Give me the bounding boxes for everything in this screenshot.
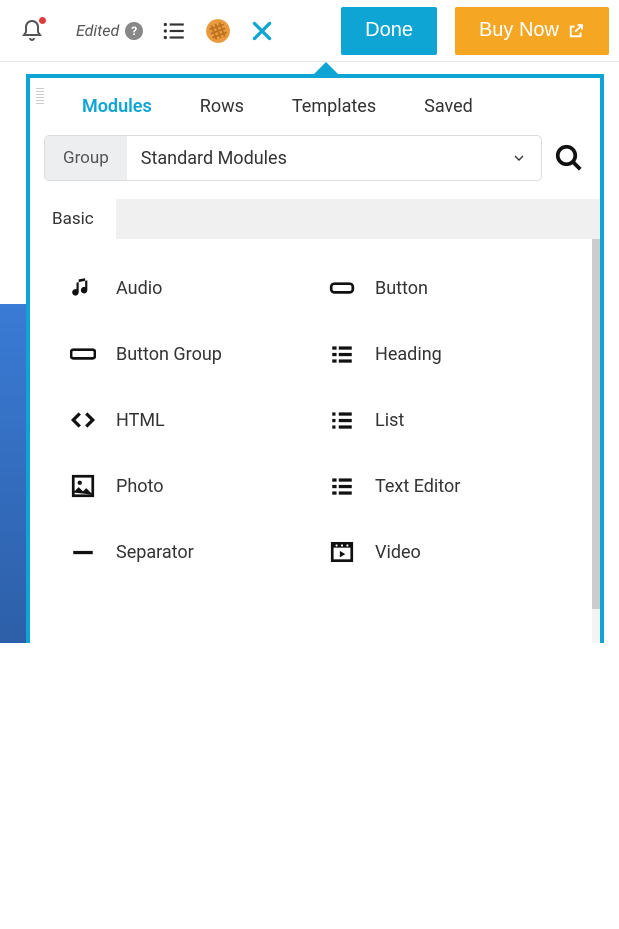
- text-editor-icon: [329, 473, 355, 499]
- filter-box: Group Standard Modules: [44, 135, 542, 181]
- panel-tabs: Modules Rows Templates Saved: [30, 78, 600, 135]
- module-label: HTML: [116, 410, 165, 431]
- module-item-html[interactable]: HTML: [70, 407, 321, 433]
- module-type-dropdown[interactable]: Standard Modules: [127, 148, 541, 169]
- audio-icon: [70, 275, 96, 301]
- button-icon: [329, 275, 355, 301]
- search-button[interactable]: [554, 143, 584, 173]
- edited-status: Edited ?: [76, 21, 143, 40]
- video-icon: [329, 539, 355, 565]
- close-panel-button[interactable]: [249, 18, 275, 44]
- help-icon[interactable]: ?: [125, 22, 143, 40]
- separator-icon: [70, 539, 96, 565]
- notification-dot: [39, 17, 46, 24]
- module-item-photo[interactable]: Photo: [70, 473, 321, 499]
- group-toggle[interactable]: Group: [45, 136, 127, 180]
- external-link-icon: [567, 22, 585, 40]
- module-label: Photo: [116, 476, 164, 497]
- outline-icon: [161, 18, 187, 44]
- scrollbar-thumb[interactable]: [592, 239, 600, 609]
- buy-now-button[interactable]: Buy Now: [455, 7, 609, 55]
- waffle-button[interactable]: [202, 14, 235, 47]
- module-item-audio[interactable]: Audio: [70, 275, 321, 301]
- outline-button[interactable]: [161, 18, 187, 44]
- module-label: Button Group: [116, 344, 222, 365]
- tab-modules[interactable]: Modules: [82, 96, 152, 117]
- panel-arrow: [314, 62, 338, 74]
- close-icon: [249, 17, 275, 45]
- module-label: Text Editor: [375, 476, 460, 497]
- drag-handle[interactable]: [36, 88, 44, 104]
- section-tab-basic[interactable]: Basic: [30, 199, 116, 239]
- module-item-button-group[interactable]: Button Group: [70, 341, 321, 367]
- chevron-down-icon: [511, 150, 527, 166]
- filter-row: Group Standard Modules: [30, 135, 600, 199]
- module-label: Heading: [375, 344, 442, 365]
- module-item-button[interactable]: Button: [329, 275, 580, 301]
- photo-icon: [70, 473, 96, 499]
- module-list: Audio Button Button Group Heading HTML List Ph…: [30, 239, 600, 643]
- section-tabs: Basic: [30, 199, 600, 239]
- module-label: Video: [375, 542, 421, 563]
- module-item-list[interactable]: List: [329, 407, 580, 433]
- edited-label: Edited: [76, 21, 119, 40]
- module-item-separator[interactable]: Separator: [70, 539, 321, 565]
- module-item-text-editor[interactable]: Text Editor: [329, 473, 580, 499]
- tab-saved[interactable]: Saved: [424, 96, 473, 117]
- heading-icon: [329, 341, 355, 367]
- module-item-video[interactable]: Video: [329, 539, 580, 565]
- tab-rows[interactable]: Rows: [200, 96, 244, 117]
- page-background: a Y r am: [0, 304, 26, 643]
- topbar: Edited ? Done Buy Now: [0, 0, 619, 62]
- module-item-heading[interactable]: Heading: [329, 341, 580, 367]
- module-label: Button: [375, 278, 428, 299]
- module-label: Audio: [116, 278, 162, 299]
- list-icon: [329, 407, 355, 433]
- html-icon: [70, 407, 96, 433]
- tab-templates[interactable]: Templates: [292, 96, 376, 117]
- content-panel: Modules Rows Templates Saved Group Stand…: [26, 74, 604, 643]
- waffle-icon: [201, 13, 235, 48]
- notifications-button[interactable]: [20, 19, 44, 43]
- module-label: List: [375, 410, 404, 431]
- search-icon: [554, 143, 584, 173]
- done-button[interactable]: Done: [341, 7, 437, 55]
- module-label: Separator: [116, 542, 194, 563]
- scrollbar-track: [592, 239, 600, 643]
- button-group-icon: [70, 341, 96, 367]
